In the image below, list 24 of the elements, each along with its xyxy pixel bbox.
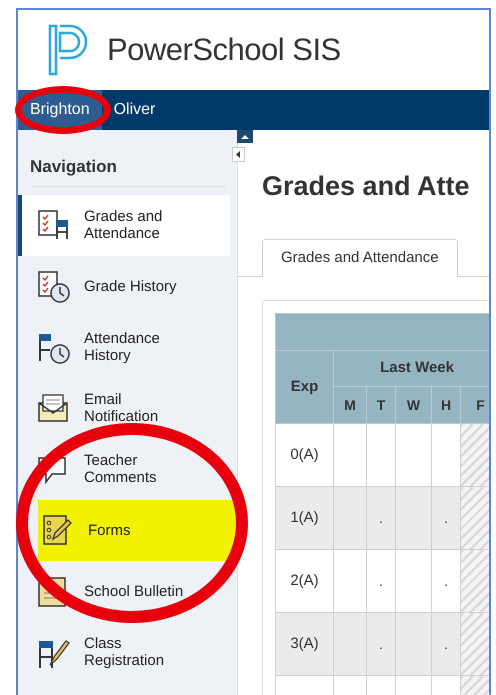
- column-header: F: [460, 386, 489, 424]
- collapse-up-icon[interactable]: [237, 130, 253, 143]
- column-header: W: [396, 386, 432, 424]
- column-header: Exp: [276, 350, 334, 424]
- page-title: Grades and Atte: [261, 170, 471, 202]
- sidebar-item[interactable]: Attendance History: [18, 316, 237, 378]
- sidebar-item[interactable]: Grades and Attendance: [18, 194, 230, 256]
- sidebar-item[interactable]: Email Notification: [18, 378, 237, 438]
- checklist-clock-icon: [36, 269, 70, 303]
- content-tab[interactable]: Grades and Attendance: [262, 239, 458, 277]
- sidebar-item[interactable]: School Bulletin: [18, 560, 237, 622]
- column-header: Last Week: [334, 350, 489, 386]
- sidebar-title: Navigation: [30, 154, 225, 186]
- sidebar-item[interactable]: Class Registration: [18, 622, 237, 682]
- collapse-left-icon[interactable]: [232, 147, 245, 162]
- column-header: M: [334, 386, 366, 424]
- column-header: T: [366, 386, 396, 424]
- sidebar-item[interactable]: Forms: [38, 500, 237, 560]
- column-header: H: [432, 386, 460, 424]
- checklist-desk-icon: [36, 208, 70, 242]
- student-tab[interactable]: Oliver: [102, 90, 168, 130]
- sidebar-item[interactable]: Teacher Comments: [18, 438, 237, 500]
- sidebar-item[interactable]: Grade History: [18, 256, 237, 316]
- app-title: PowerSchool SIS: [107, 30, 341, 69]
